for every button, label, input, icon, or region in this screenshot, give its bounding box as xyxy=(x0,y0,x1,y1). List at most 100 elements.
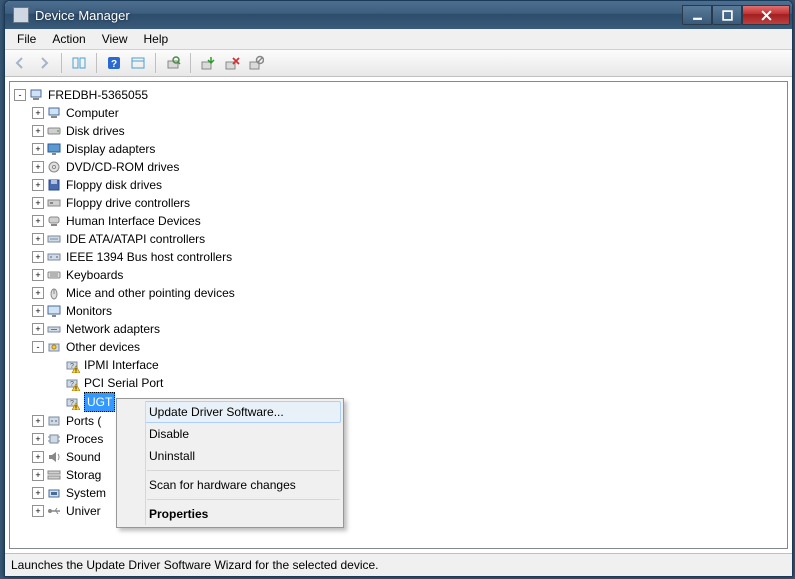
expand-icon[interactable]: + xyxy=(32,305,44,317)
collapse-icon[interactable]: - xyxy=(14,89,26,101)
menu-view[interactable]: View xyxy=(94,30,136,48)
tree-node-label: FREDBH-5365055 xyxy=(48,86,148,104)
minimize-button[interactable] xyxy=(682,5,712,25)
expand-icon[interactable]: + xyxy=(32,197,44,209)
tree-node-label: Keyboards xyxy=(66,266,123,284)
tree-node-label: PCI Serial Port xyxy=(84,374,163,392)
disable-button[interactable] xyxy=(245,52,267,74)
context-menu-separator xyxy=(147,470,340,471)
window-controls xyxy=(682,5,790,25)
menu-bar: File Action View Help xyxy=(5,29,792,50)
expand-icon[interactable]: + xyxy=(32,505,44,517)
menu-file[interactable]: File xyxy=(9,30,44,48)
expand-icon[interactable]: + xyxy=(32,179,44,191)
tree-node-cat-0[interactable]: +Computer xyxy=(14,104,787,122)
status-text: Launches the Update Driver Software Wiza… xyxy=(11,558,379,572)
tree-node-label: Network adapters xyxy=(66,320,160,338)
expand-spacer xyxy=(50,359,62,371)
tree-node-label: Disk drives xyxy=(66,122,125,140)
context-menu-item[interactable]: Disable xyxy=(119,423,341,445)
expand-icon[interactable]: + xyxy=(32,451,44,463)
expand-icon[interactable]: + xyxy=(32,323,44,335)
scan-hardware-button[interactable] xyxy=(162,52,184,74)
tree-node-child-13-1[interactable]: ?!PCI Serial Port xyxy=(14,374,787,392)
tree-node-cat-2[interactable]: +Display adapters xyxy=(14,140,787,158)
tree-node-label: Ports ( xyxy=(66,412,101,430)
expand-icon[interactable]: + xyxy=(32,161,44,173)
menu-action[interactable]: Action xyxy=(44,30,93,48)
update-driver-button[interactable] xyxy=(197,52,219,74)
expand-icon[interactable]: + xyxy=(32,251,44,263)
tree-node-label: Floppy drive controllers xyxy=(66,194,190,212)
floppy-icon xyxy=(46,177,62,193)
expand-icon[interactable]: + xyxy=(32,215,44,227)
help-button[interactable]: ? xyxy=(103,52,125,74)
context-menu-item[interactable]: Uninstall xyxy=(119,445,341,467)
svg-text:!: ! xyxy=(75,369,77,374)
tree-node-label: Proces xyxy=(66,430,103,448)
tree-node-cat-8[interactable]: + IEEE 1394 Bus host controllers xyxy=(14,248,787,266)
expand-icon[interactable]: + xyxy=(32,107,44,119)
back-button[interactable] xyxy=(9,52,31,74)
maximize-button[interactable] xyxy=(712,5,742,25)
title-bar[interactable]: Device Manager xyxy=(5,1,792,29)
tree-node-cat-4[interactable]: + Floppy disk drives xyxy=(14,176,787,194)
tree-node-root[interactable]: - FREDBH-5365055 xyxy=(14,86,787,104)
tree-node-label: System xyxy=(66,484,106,502)
expand-icon[interactable]: + xyxy=(32,287,44,299)
tree-node-cat-7[interactable]: +IDE ATA/ATAPI controllers xyxy=(14,230,787,248)
tree-node-cat-11[interactable]: +Monitors xyxy=(14,302,787,320)
tree-node-child-13-0[interactable]: ?!IPMI Interface xyxy=(14,356,787,374)
toolbar-separator xyxy=(155,53,156,73)
svg-text:!: ! xyxy=(75,406,77,411)
context-menu-item[interactable]: Scan for hardware changes xyxy=(119,474,341,496)
tree-node-cat-3[interactable]: +DVD/CD-ROM drives xyxy=(14,158,787,176)
tree-node-cat-12[interactable]: + Network adapters xyxy=(14,320,787,338)
expand-icon[interactable]: + xyxy=(32,487,44,499)
svg-text:!: ! xyxy=(75,387,77,392)
sound-icon xyxy=(46,449,62,465)
tree-node-label: IEEE 1394 Bus host controllers xyxy=(66,248,232,266)
expand-icon[interactable]: + xyxy=(32,143,44,155)
expand-icon[interactable]: + xyxy=(32,233,44,245)
menu-help[interactable]: Help xyxy=(136,30,177,48)
expand-spacer xyxy=(50,396,62,408)
tree-node-label: Floppy disk drives xyxy=(66,176,162,194)
tree-node-label: Human Interface Devices xyxy=(66,212,201,230)
disk-icon xyxy=(46,123,62,139)
keyboard-icon xyxy=(46,267,62,283)
show-hide-tree-button[interactable] xyxy=(68,52,90,74)
expand-icon[interactable]: + xyxy=(32,125,44,137)
display-icon xyxy=(46,141,62,157)
toolbar-separator xyxy=(61,53,62,73)
forward-button[interactable] xyxy=(33,52,55,74)
context-menu-gutter xyxy=(119,401,146,525)
window-title: Device Manager xyxy=(35,8,682,23)
1394-icon xyxy=(46,249,62,265)
tree-node-cat-9[interactable]: + Keyboards xyxy=(14,266,787,284)
properties-button[interactable] xyxy=(127,52,149,74)
tree-node-cat-5[interactable]: + Floppy drive controllers xyxy=(14,194,787,212)
toolbar-separator xyxy=(96,53,97,73)
collapse-icon[interactable]: - xyxy=(32,341,44,353)
expand-icon[interactable]: + xyxy=(32,469,44,481)
close-button[interactable] xyxy=(742,5,790,25)
context-menu: Update Driver Software...DisableUninstal… xyxy=(116,398,344,528)
expand-icon[interactable]: + xyxy=(32,269,44,281)
monitor-icon xyxy=(46,303,62,319)
context-menu-item[interactable]: Update Driver Software... xyxy=(119,401,341,423)
uninstall-button[interactable] xyxy=(221,52,243,74)
tree-node-cat-6[interactable]: + Human Interface Devices xyxy=(14,212,787,230)
computer-icon xyxy=(28,87,44,103)
context-menu-separator xyxy=(147,499,340,500)
expand-icon[interactable]: + xyxy=(32,415,44,427)
tree-node-cat-13[interactable]: -Other devices xyxy=(14,338,787,356)
tree-node-cat-1[interactable]: + Disk drives xyxy=(14,122,787,140)
processor-icon xyxy=(46,431,62,447)
cdrom-icon xyxy=(46,159,62,175)
tree-node-cat-10[interactable]: +Mice and other pointing devices xyxy=(14,284,787,302)
expand-icon[interactable]: + xyxy=(32,433,44,445)
context-menu-item[interactable]: Properties xyxy=(119,503,341,525)
status-bar: Launches the Update Driver Software Wiza… xyxy=(5,553,792,576)
app-icon xyxy=(13,7,29,23)
